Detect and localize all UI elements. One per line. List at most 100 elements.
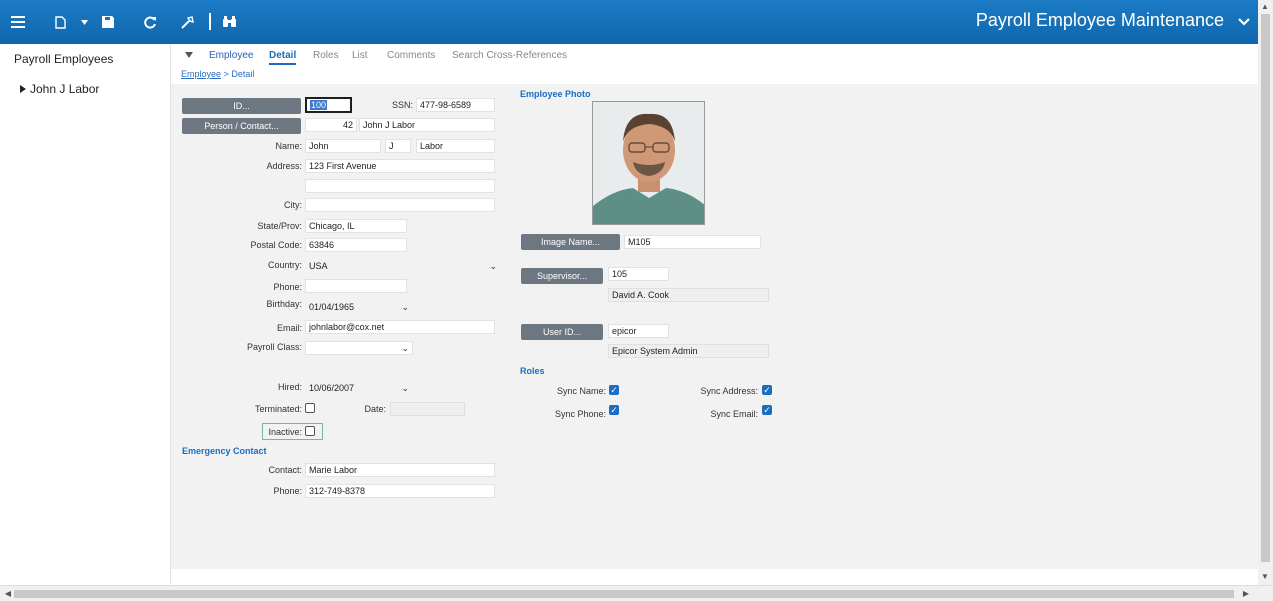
- refresh-icon[interactable]: [141, 12, 159, 32]
- sync-address-checkbox[interactable]: ✓: [762, 385, 772, 395]
- terminated-label: Terminated:: [254, 404, 302, 414]
- supervisor-button[interactable]: Supervisor...: [521, 268, 603, 284]
- birthday-label: Birthday:: [266, 299, 302, 309]
- ssn-field[interactable]: 477-98-6589: [416, 98, 495, 112]
- collapse-icon[interactable]: [185, 50, 193, 61]
- person-contact-button[interactable]: Person / Contact...: [182, 118, 301, 134]
- tree-node[interactable]: John J Labor: [20, 82, 99, 96]
- city-field[interactable]: [305, 198, 495, 212]
- emergency-phone-label: Phone:: [273, 486, 302, 496]
- supervisor-id-field[interactable]: 105: [608, 267, 669, 281]
- chevron-down-icon[interactable]: ⌄: [489, 260, 497, 272]
- tab-roles[interactable]: Roles: [313, 50, 339, 61]
- postal-code-field[interactable]: 63846: [305, 238, 407, 252]
- terminated-date-field[interactable]: [390, 402, 465, 416]
- save-icon[interactable]: [99, 12, 117, 32]
- tab-list[interactable]: List: [352, 50, 368, 61]
- vertical-scrollbar-thumb[interactable]: [1261, 14, 1270, 562]
- chevron-down-icon[interactable]: ⌄: [401, 382, 409, 394]
- supervisor-name-field: David A. Cook: [608, 288, 769, 302]
- panel-footer: [171, 569, 1258, 585]
- id-field[interactable]: 100: [305, 97, 352, 113]
- scroll-down-icon[interactable]: ▼: [1259, 572, 1271, 581]
- image-name-field[interactable]: M105: [624, 235, 761, 249]
- date-label: Date:: [364, 404, 386, 414]
- new-document-icon[interactable]: [51, 12, 69, 32]
- tree-title: Payroll Employees: [14, 52, 114, 66]
- chevron-down-icon[interactable]: [78, 12, 90, 32]
- sync-phone-checkbox[interactable]: ✓: [609, 405, 619, 415]
- payroll-class-label: Payroll Class:: [246, 342, 302, 352]
- roles-heading: Roles: [520, 366, 545, 376]
- scroll-right-icon[interactable]: ▶: [1240, 589, 1252, 598]
- sync-name-checkbox[interactable]: ✓: [609, 385, 619, 395]
- emergency-contact-field[interactable]: Marie Labor: [305, 463, 495, 477]
- name-label: Name:: [275, 141, 302, 151]
- address-line2-field[interactable]: [305, 179, 495, 193]
- address-label: Address:: [266, 161, 302, 171]
- scroll-up-icon[interactable]: ▲: [1259, 2, 1271, 11]
- emergency-contact-label: Contact:: [268, 465, 302, 475]
- phone-label: Phone:: [273, 282, 302, 292]
- postal-code-label: Postal Code:: [250, 240, 302, 250]
- country-select[interactable]: USA ⌄: [305, 259, 501, 273]
- state-label: State/Prov:: [257, 221, 302, 231]
- hamburger-icon[interactable]: [8, 12, 28, 32]
- inactive-label: Inactive:: [268, 427, 302, 437]
- binoculars-icon[interactable]: [220, 12, 238, 32]
- tools-icon[interactable]: [178, 12, 196, 32]
- payroll-class-select[interactable]: ⌄: [305, 341, 413, 355]
- terminated-checkbox[interactable]: [305, 403, 315, 413]
- title-chevron-icon[interactable]: [1230, 4, 1258, 40]
- scroll-left-icon[interactable]: ◀: [2, 589, 14, 598]
- breadcrumb-separator: >: [223, 69, 229, 79]
- horizontal-scrollbar[interactable]: ◀ ▶: [0, 585, 1273, 601]
- breadcrumb-current: Detail: [231, 69, 255, 79]
- state-field[interactable]: Chicago, IL: [305, 219, 407, 233]
- user-id-field[interactable]: epicor: [608, 324, 669, 338]
- tab-comments[interactable]: Comments: [387, 50, 435, 61]
- image-name-button[interactable]: Image Name...: [521, 234, 620, 250]
- country-label: Country:: [267, 260, 302, 270]
- last-name-field[interactable]: Labor: [416, 139, 495, 153]
- hired-value: 10/06/2007: [309, 383, 355, 393]
- breadcrumb: Employee > Detail: [181, 69, 254, 79]
- vertical-scrollbar[interactable]: ▲ ▼: [1258, 0, 1273, 585]
- email-field[interactable]: johnlabor@cox.net: [305, 320, 495, 334]
- id-value: 100: [310, 100, 328, 110]
- sync-name-label: Sync Name:: [556, 386, 606, 396]
- middle-initial-field[interactable]: J: [385, 139, 411, 153]
- employee-photo-image: [593, 102, 704, 224]
- id-button[interactable]: ID...: [182, 98, 301, 114]
- phone-field[interactable]: [305, 279, 407, 293]
- chevron-down-icon[interactable]: ⌄: [401, 301, 409, 313]
- birthday-value: 01/04/1965: [309, 302, 355, 312]
- sync-email-label: Sync Email:: [710, 409, 758, 419]
- inactive-checkbox[interactable]: [305, 426, 315, 436]
- person-id-field[interactable]: 42: [305, 118, 357, 132]
- hired-picker[interactable]: 10/06/2007 ⌄: [305, 381, 413, 395]
- sync-phone-label: Sync Phone:: [554, 409, 606, 419]
- horizontal-scrollbar-thumb[interactable]: [14, 590, 1234, 598]
- country-value: USA: [309, 261, 328, 271]
- tab-employee[interactable]: Employee: [209, 50, 253, 61]
- breadcrumb-link[interactable]: Employee: [181, 69, 221, 79]
- tab-search-cross-references[interactable]: Search Cross-References: [452, 50, 567, 61]
- emergency-phone-field[interactable]: 312-749-8378: [305, 484, 495, 498]
- email-label: Email:: [276, 323, 302, 333]
- tree-node-label[interactable]: John J Labor: [30, 82, 99, 96]
- person-name-field[interactable]: John J Labor: [359, 118, 495, 132]
- employee-photo: [592, 101, 705, 225]
- birthday-picker[interactable]: 01/04/1965 ⌄: [305, 300, 413, 314]
- emergency-contact-heading: Emergency Contact: [182, 446, 267, 456]
- sync-email-checkbox[interactable]: ✓: [762, 405, 772, 415]
- chevron-down-icon[interactable]: ⌄: [401, 342, 409, 354]
- tab-detail[interactable]: Detail: [269, 50, 297, 65]
- user-name-field: Epicor System Admin: [608, 344, 769, 358]
- triangle-right-icon[interactable]: [20, 85, 26, 93]
- first-name-field[interactable]: John: [305, 139, 381, 153]
- address-line1-field[interactable]: 123 First Avenue: [305, 159, 495, 173]
- user-id-button[interactable]: User ID...: [521, 324, 603, 340]
- employee-photo-heading: Employee Photo: [520, 89, 591, 99]
- toolbar-separator: [209, 13, 211, 30]
